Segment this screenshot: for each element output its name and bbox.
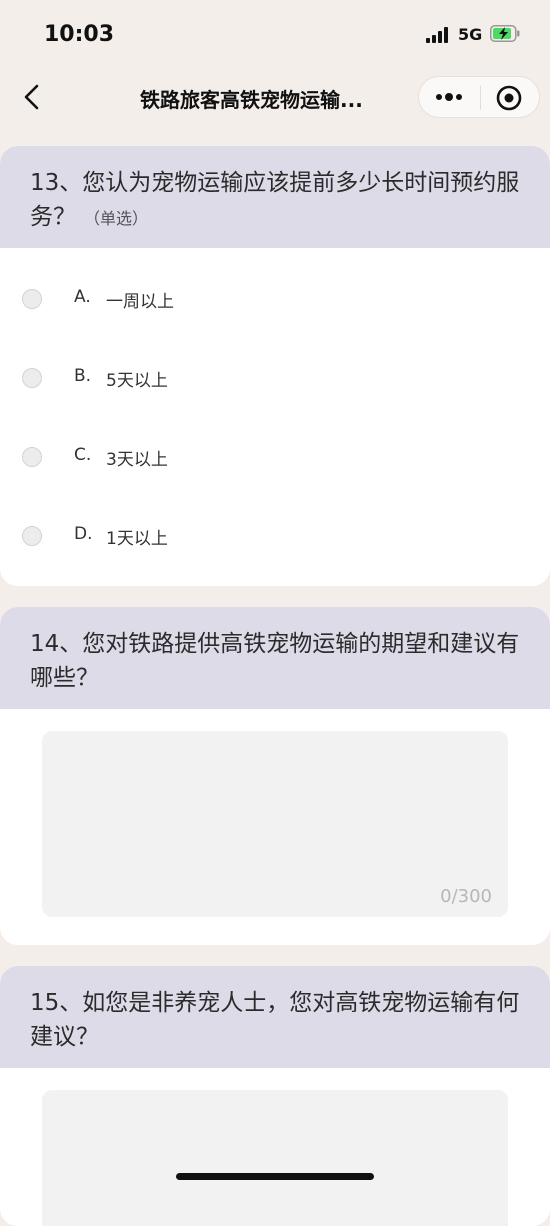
radio-button[interactable] (22, 447, 42, 467)
question-title: 13、您认为宠物运输应该提前多少长时间预约服务？ （单选） (30, 166, 524, 236)
option-label: 一周以上 (106, 292, 174, 312)
home-indicator[interactable] (176, 1173, 374, 1180)
option-b[interactable]: B. 5天以上 (0, 349, 550, 409)
mini-program-capsule (418, 76, 540, 118)
option-a[interactable]: A. 一周以上 (0, 270, 550, 330)
signal-icon (426, 27, 452, 43)
answer-area: 0/300 (0, 709, 550, 945)
question-title: 14、您对铁路提供高铁宠物运输的期望和建议有哪些？ (30, 631, 520, 691)
radio-button[interactable] (22, 368, 42, 388)
status-bar: 10:03 5G (0, 0, 550, 68)
question-title: 15、如您是非养宠人士，您对高铁宠物运输有何建议？ (30, 990, 520, 1050)
question-header: 13、您认为宠物运输应该提前多少长时间预约服务？ （单选） (0, 146, 550, 248)
capsule-divider (480, 86, 481, 110)
status-time: 10:03 (44, 22, 115, 47)
question-card-14: 14、您对铁路提供高铁宠物运输的期望和建议有哪些？ 0/300 (0, 607, 550, 945)
suggestion-textarea[interactable]: 0/300 (42, 731, 508, 917)
option-letter: A. (74, 287, 91, 307)
options-list: A. 一周以上 B. 5天以上 C. 3天以上 D. 1天以上 (0, 248, 550, 586)
option-letter: B. (74, 366, 92, 386)
more-icon[interactable] (431, 84, 467, 110)
answer-area (0, 1068, 550, 1226)
option-letter: C. (74, 445, 92, 465)
nav-bar: 铁路旅客高铁宠物运输... (0, 68, 550, 128)
option-label: 3天以上 (106, 450, 168, 470)
battery-charging-icon (490, 25, 520, 42)
option-d[interactable]: D. 1天以上 (0, 507, 550, 567)
single-choice-tag: （单选） (84, 209, 149, 228)
question-header: 15、如您是非养宠人士，您对高铁宠物运输有何建议？ (0, 966, 550, 1068)
network-type: 5G (458, 25, 483, 44)
close-miniprogram-icon[interactable] (495, 84, 523, 112)
option-c[interactable]: C. 3天以上 (0, 428, 550, 488)
option-label: 5天以上 (106, 371, 168, 391)
char-counter: 0/300 (440, 886, 492, 907)
page-title: 铁路旅客高铁宠物运输... (140, 88, 363, 112)
radio-button[interactable] (22, 289, 42, 309)
question-card-15: 15、如您是非养宠人士，您对高铁宠物运输有何建议？ (0, 966, 550, 1226)
radio-button[interactable] (22, 526, 42, 546)
option-letter: D. (74, 524, 93, 544)
question-header: 14、您对铁路提供高铁宠物运输的期望和建议有哪些？ (0, 607, 550, 709)
back-icon[interactable] (18, 80, 48, 114)
suggestion-textarea[interactable] (42, 1090, 508, 1226)
question-card-13: 13、您认为宠物运输应该提前多少长时间预约服务？ （单选） A. 一周以上 B. … (0, 146, 550, 586)
option-label: 1天以上 (106, 529, 168, 549)
